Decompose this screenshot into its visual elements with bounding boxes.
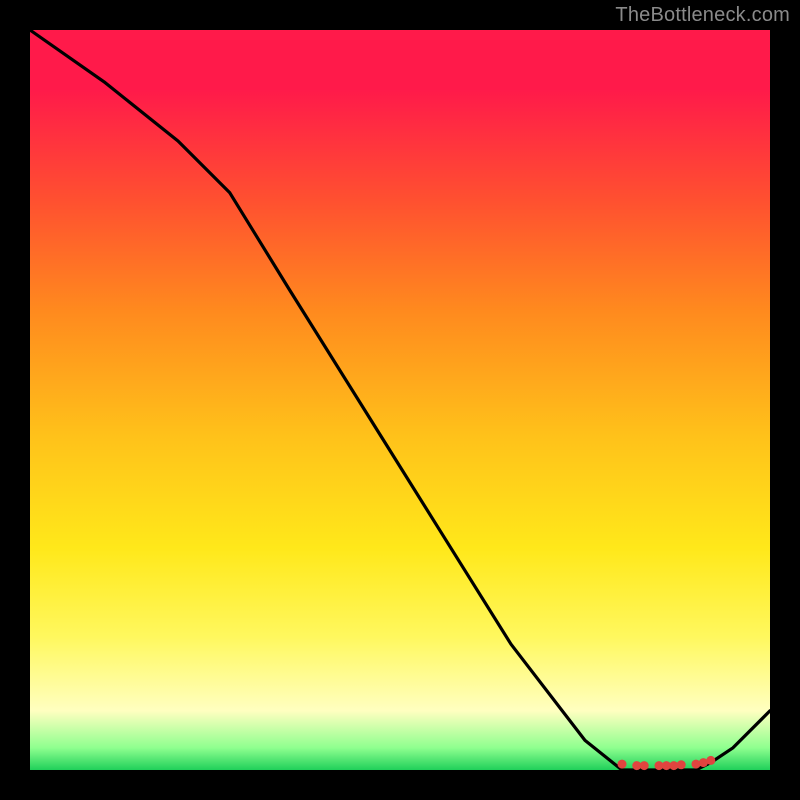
chart-frame: TheBottleneck.com: [0, 0, 800, 800]
marker-dot: [618, 760, 627, 769]
marker-dot: [692, 760, 701, 769]
chart-svg: [30, 30, 770, 770]
marker-dot: [677, 760, 686, 769]
marker-dot: [706, 756, 715, 765]
series-curve: [30, 30, 770, 770]
attribution-label: TheBottleneck.com: [615, 4, 790, 27]
marker-dot: [640, 761, 649, 770]
plot-area: [30, 30, 770, 770]
